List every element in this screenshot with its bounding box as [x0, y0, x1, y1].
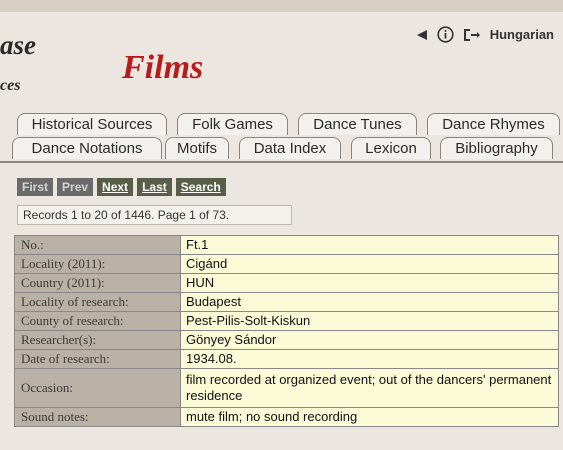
- field-value: Gönyey Sándor: [181, 331, 558, 349]
- prev-button: Prev: [57, 178, 94, 196]
- tab-folk-games[interactable]: Folk Games: [177, 113, 288, 135]
- site-subtitle-fragment: ces: [0, 77, 21, 94]
- tab-lexicon[interactable]: Lexicon: [351, 137, 431, 159]
- field-label: No.:: [15, 236, 181, 254]
- record-table: No.: Ft.1 Locality (2011): Cigánd Countr…: [14, 235, 559, 427]
- field-value: mute film; no sound recording: [181, 408, 558, 426]
- tab-historical-sources[interactable]: Historical Sources: [17, 113, 167, 135]
- tabs-row-1: Historical Sources Folk Games Dance Tune…: [0, 113, 563, 137]
- tab-dance-tunes[interactable]: Dance Tunes: [298, 113, 417, 135]
- table-row: County of research: Pest-Pilis-Solt-Kisk…: [15, 312, 558, 331]
- search-button[interactable]: Search: [175, 178, 226, 196]
- field-label: Locality (2011):: [15, 255, 181, 273]
- field-label: Occasion:: [15, 369, 181, 407]
- field-label: Locality of research:: [15, 293, 181, 311]
- back-triangle-icon[interactable]: [416, 29, 428, 41]
- tab-divider: [0, 161, 563, 163]
- pagination-nav: First Prev Next Last Search: [17, 178, 226, 196]
- field-value: film recorded at organized event; out of…: [181, 369, 558, 407]
- top-strip: [0, 0, 563, 12]
- tab-motifs[interactable]: Motifs: [165, 137, 229, 159]
- next-button[interactable]: Next: [97, 178, 134, 196]
- section-title: Films: [122, 49, 204, 86]
- info-icon[interactable]: [437, 26, 454, 43]
- table-row: Sound notes: mute film; no sound recordi…: [15, 408, 558, 427]
- language-switch-link[interactable]: Hungarian: [490, 27, 554, 42]
- field-label: Researcher(s):: [15, 331, 181, 349]
- login-icon[interactable]: [463, 27, 481, 43]
- field-value: HUN: [181, 274, 558, 292]
- table-row: Researcher(s): Gönyey Sándor: [15, 331, 558, 350]
- last-button[interactable]: Last: [137, 178, 172, 196]
- table-row: Locality of research: Budapest: [15, 293, 558, 312]
- field-value: 1934.08.: [181, 350, 558, 368]
- field-label: Country (2011):: [15, 274, 181, 292]
- tab-data-index[interactable]: Data Index: [239, 137, 341, 159]
- field-value: Cigánd: [181, 255, 558, 273]
- tabs-row-2: Dance Notations Motifs Data Index Lexico…: [0, 137, 563, 161]
- field-label: Sound notes:: [15, 408, 181, 426]
- field-value: Pest-Pilis-Solt-Kiskun: [181, 312, 558, 330]
- site-title-fragment: ase: [0, 30, 36, 60]
- table-row: Occasion: film recorded at organized eve…: [15, 369, 558, 408]
- tab-dance-rhymes[interactable]: Dance Rhymes: [427, 113, 560, 135]
- tab-dance-notations[interactable]: Dance Notations: [12, 137, 162, 159]
- first-button: First: [17, 178, 54, 196]
- table-row: No.: Ft.1: [15, 236, 558, 255]
- table-row: Date of research: 1934.08.: [15, 350, 558, 369]
- table-row: Locality (2011): Cigánd: [15, 255, 558, 274]
- records-status: Records 1 to 20 of 1446. Page 1 of 73.: [17, 205, 292, 225]
- field-label: County of research:: [15, 312, 181, 330]
- field-value: Ft.1: [181, 236, 558, 254]
- field-value: Budapest: [181, 293, 558, 311]
- table-row: Country (2011): HUN: [15, 274, 558, 293]
- field-label: Date of research:: [15, 350, 181, 368]
- top-toolbar: Hungarian: [416, 26, 554, 43]
- tab-bibliography[interactable]: Bibliography: [440, 137, 553, 159]
